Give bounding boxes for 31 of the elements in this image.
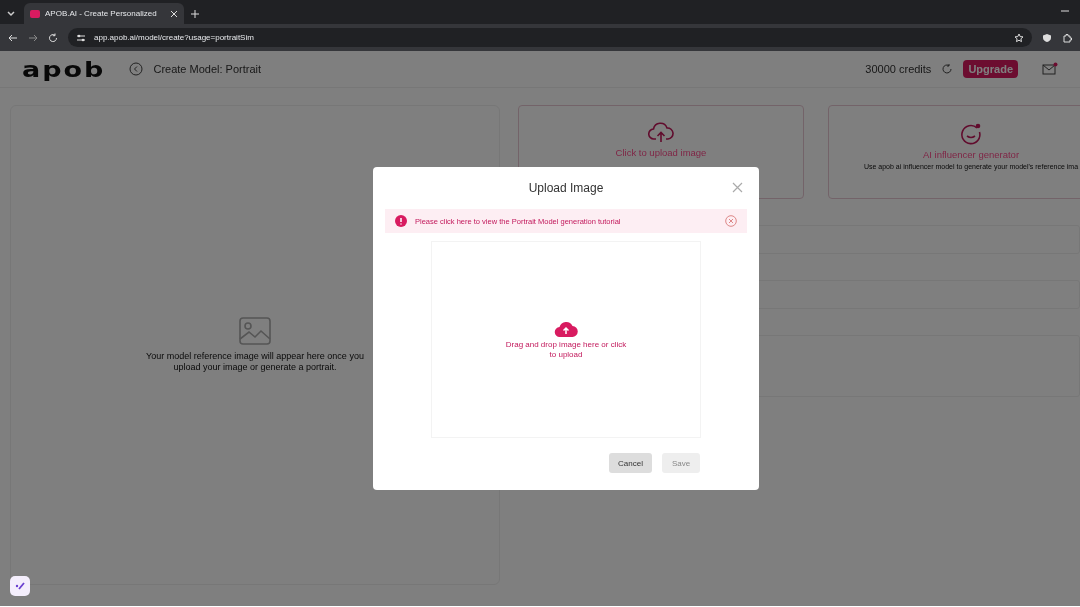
dialog-button[interactable]: Cancel [609, 453, 652, 473]
upgrade-button[interactable]: Upgrade [963, 60, 1018, 78]
option-title: Click to upload image [615, 147, 707, 158]
cloud-upload-icon [554, 319, 578, 337]
check-icon [14, 580, 26, 592]
page-title: Create Model: Portrait [153, 63, 262, 75]
shield-icon[interactable] [1042, 32, 1052, 43]
site-settings-icon [76, 32, 86, 43]
logo[interactable]: apob [22, 58, 106, 80]
new-tab-icon[interactable] [190, 9, 200, 19]
browser-tab[interactable]: APOB.AI - Create Personalized [24, 3, 184, 24]
image-icon [239, 316, 271, 345]
smiling-face-icon [959, 122, 983, 146]
reload-icon[interactable] [48, 32, 58, 43]
star-icon[interactable] [1014, 32, 1024, 43]
address-bar[interactable]: app.apob.ai/model/create?usage=portraitSim [68, 28, 1032, 47]
credits-count: 30000 credits [865, 63, 932, 75]
assistant-button[interactable] [10, 576, 30, 596]
cloud-upload-icon [648, 122, 674, 144]
alert-icon [395, 215, 407, 227]
option-title: AI influencer generator [922, 149, 1020, 160]
favicon-icon [30, 9, 40, 18]
forward-icon[interactable] [28, 32, 38, 43]
drop-zone[interactable]: Drag and drop image here or click to upload [431, 241, 701, 438]
mail-icon[interactable] [1042, 62, 1058, 76]
preview-message: Your model reference image will appear here once you upload your image or generate a portrait. [145, 350, 365, 374]
dialog-title: Upload Image [528, 181, 604, 195]
drop-zone-text: Drag and drop image here or click to upload [504, 339, 628, 360]
back-icon[interactable] [8, 32, 18, 43]
refresh-icon[interactable] [941, 63, 954, 75]
extensions-icon[interactable] [1062, 32, 1072, 43]
